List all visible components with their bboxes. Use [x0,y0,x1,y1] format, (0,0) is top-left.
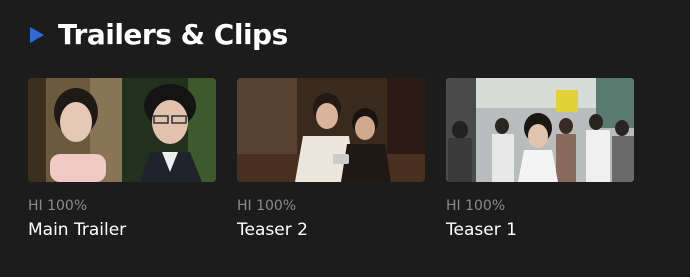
clip-card-teaser-1[interactable]: HI 100% Teaser 1 [446,78,634,241]
clip-thumbnail[interactable] [446,78,634,182]
clip-thumbnail[interactable] [237,78,425,182]
clip-meta: HI 100% [28,198,88,214]
play-icon [30,27,44,43]
clip-thumbnail[interactable] [28,78,216,182]
clip-title[interactable]: Main Trailer [28,219,216,241]
clips-row: HI 100% Main Trailer HI 100% Teaser 2 HI… [28,78,655,241]
clip-card-teaser-2[interactable]: HI 100% Teaser 2 [237,78,425,241]
section-title: Trailers & Clips [58,17,288,51]
clip-title[interactable]: Teaser 1 [446,219,634,241]
clip-card-main-trailer[interactable]: HI 100% Main Trailer [28,78,216,241]
clip-meta: HI 100% [237,198,297,214]
clip-title[interactable]: Teaser 2 [237,219,425,241]
clip-meta: HI 100% [446,198,506,214]
section-header: Trailers & Clips [30,14,288,54]
